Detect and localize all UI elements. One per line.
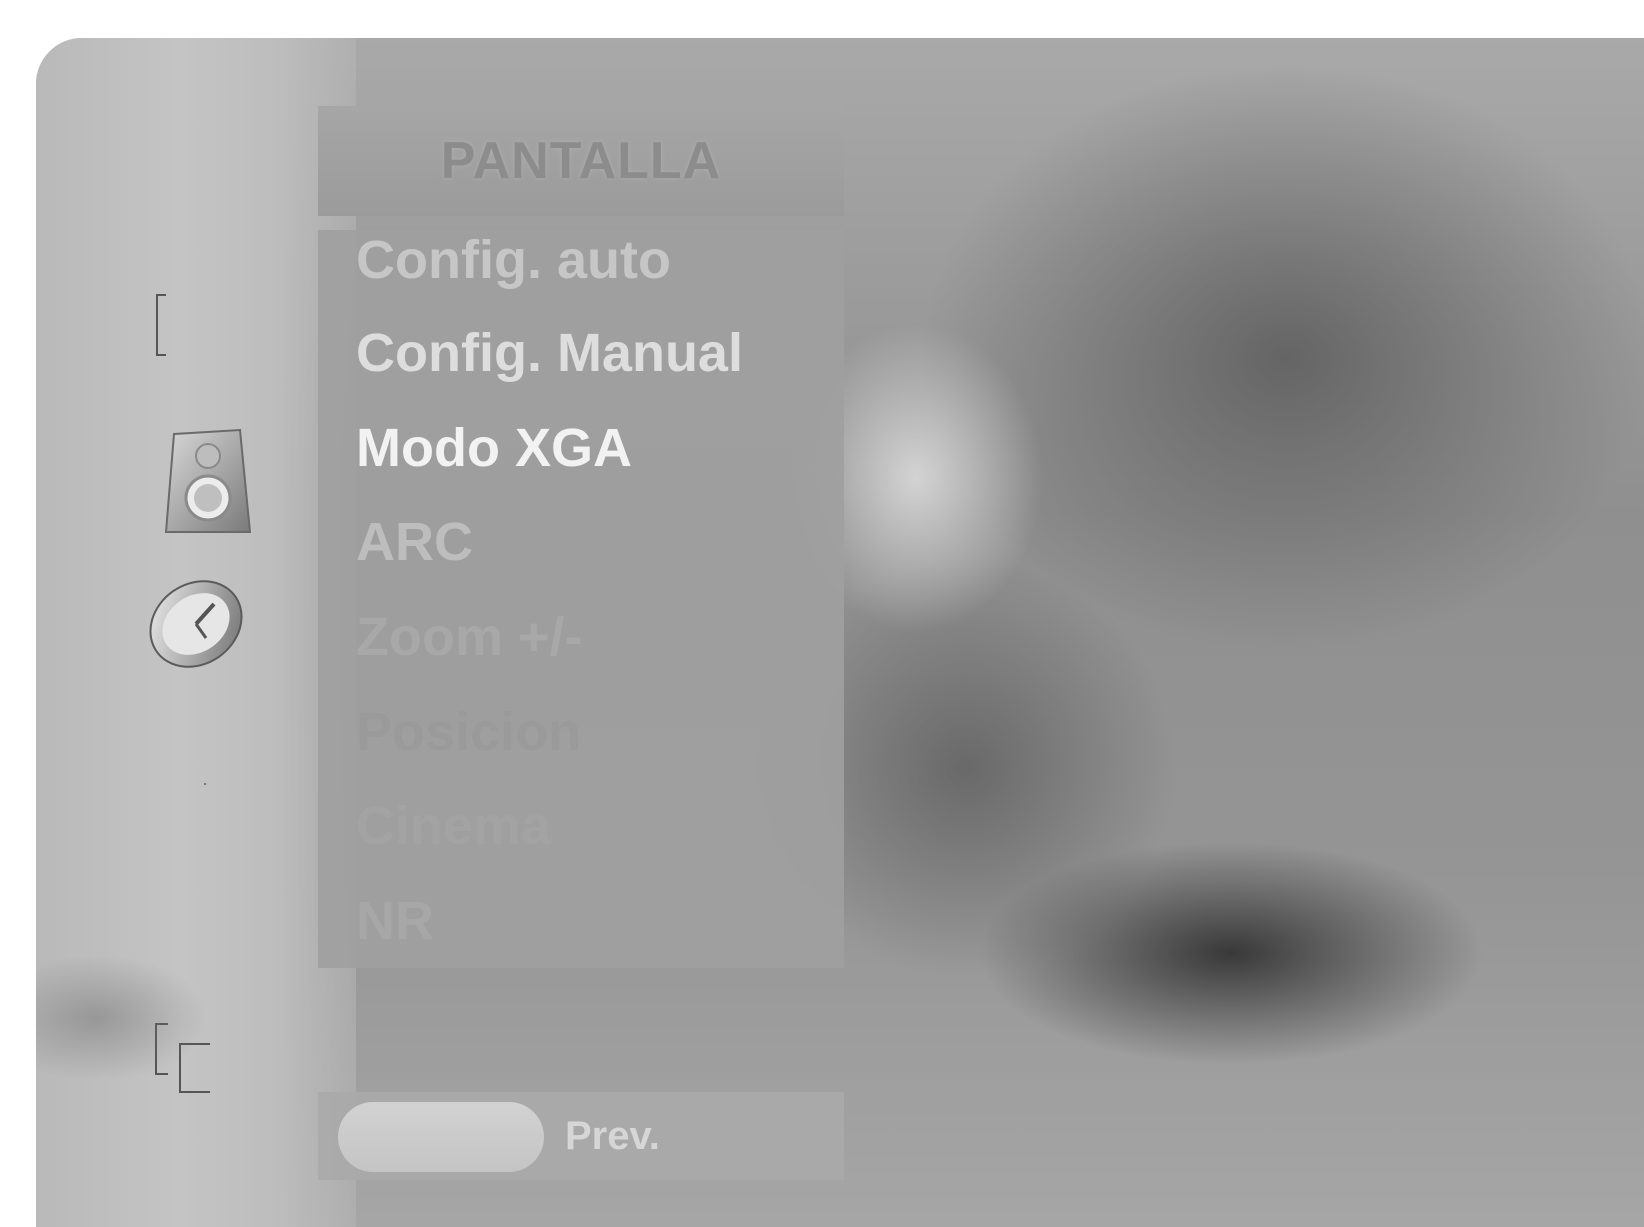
menu-item-posicion[interactable]: Posicion (356, 702, 581, 762)
menu-item-nr[interactable]: NR (356, 891, 434, 951)
bracket-icon[interactable] (154, 293, 168, 357)
prev-label: Prev. (565, 1114, 660, 1158)
menu-list: Config. auto Config. Manual Modo XGA ARC… (318, 230, 844, 968)
marker-dot (204, 783, 206, 785)
icon-sidebar (36, 38, 356, 1227)
menu-item-arc[interactable]: ARC (356, 512, 473, 572)
clock-icon[interactable] (146, 576, 246, 672)
prev-button[interactable] (338, 1102, 544, 1172)
menu-item-zoom[interactable]: Zoom +/- (356, 607, 583, 667)
menu-item-cinema[interactable]: Cinema (356, 796, 551, 856)
menu-title-bar: PANTALLA (318, 106, 844, 216)
speaker-icon[interactable] (164, 428, 252, 536)
tv-osd-screen: PANTALLA Config. auto Config. Manual Mod… (36, 38, 1644, 1227)
menu-title: PANTALLA (440, 132, 722, 190)
corner-icon[interactable] (154, 1022, 214, 1094)
menu-item-modo-xga[interactable]: Modo XGA (356, 418, 632, 478)
menu-item-config-auto[interactable]: Config. auto (356, 230, 671, 290)
footer-bar: Prev. (318, 1092, 844, 1180)
menu-item-config-manual[interactable]: Config. Manual (356, 323, 743, 383)
